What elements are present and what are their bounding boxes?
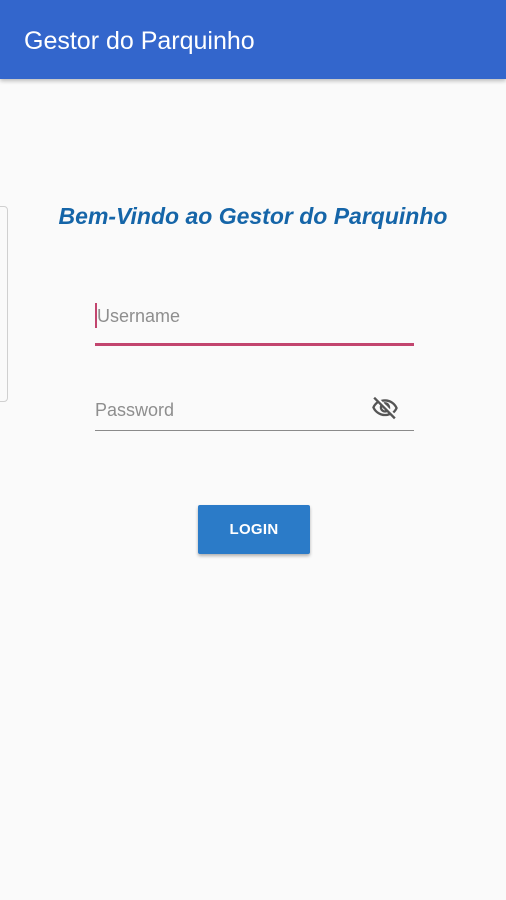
welcome-heading: Bem-Vindo ao Gestor do Parquinho xyxy=(58,203,448,229)
password-field[interactable] xyxy=(95,392,414,431)
password-input[interactable] xyxy=(95,392,365,428)
username-field[interactable] xyxy=(95,298,414,346)
username-input[interactable] xyxy=(97,298,367,334)
login-button[interactable]: LOGIN xyxy=(198,505,310,554)
eye-off-icon xyxy=(372,396,398,420)
app-bar: Gestor do Parquinho xyxy=(0,0,506,79)
app-title: Gestor do Parquinho xyxy=(24,27,255,55)
side-card-edge xyxy=(0,206,8,402)
toggle-password-visibility-button[interactable] xyxy=(368,392,402,424)
